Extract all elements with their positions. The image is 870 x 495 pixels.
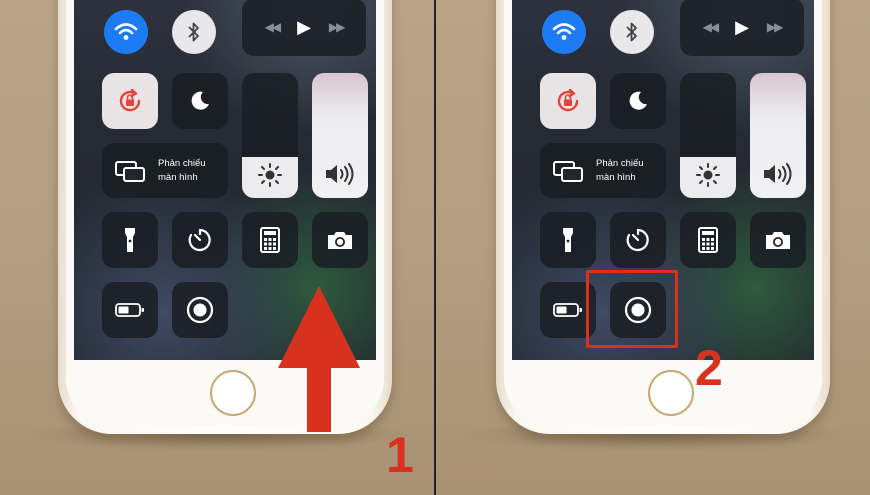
flashlight-icon <box>125 228 135 252</box>
fast-forward-icon[interactable]: ▶▶ <box>767 20 784 34</box>
volume-slider[interactable] <box>750 73 806 198</box>
volume-icon <box>764 163 792 185</box>
brightness-slider[interactable] <box>680 73 736 198</box>
camera-button[interactable] <box>750 212 806 268</box>
step-number: 2 <box>695 340 723 396</box>
media-controls: ◀◀ ▶ ▶▶ <box>680 0 804 56</box>
brightness-icon <box>258 163 282 187</box>
screen-mirroring-icon <box>553 160 583 182</box>
timer-icon <box>188 228 211 252</box>
screen-mirroring-button[interactable]: Phản chiếu màn hình <box>540 143 666 198</box>
screen-mirroring-label: Phản chiếu màn hình <box>158 157 206 183</box>
step-number: 1 <box>386 427 414 483</box>
camera-icon <box>328 232 352 249</box>
timer-icon <box>626 228 649 252</box>
volume-icon <box>326 163 354 185</box>
panel-step-1: ◀◀ ▶ ▶▶ Phản chiếu màn hình 1 <box>0 0 434 495</box>
flashlight-button[interactable] <box>540 212 596 268</box>
battery-icon <box>553 303 582 317</box>
calculator-button[interactable] <box>242 212 298 268</box>
screen-mirroring-icon <box>115 160 145 182</box>
low-power-mode-button[interactable] <box>102 282 158 338</box>
brightness-icon <box>696 163 720 187</box>
moon-icon <box>191 91 209 110</box>
panel-step-2: ◀◀ ▶ ▶▶ Phản chiếu màn hình 2 <box>436 0 870 495</box>
camera-icon <box>766 232 790 249</box>
do-not-disturb-toggle[interactable] <box>172 73 228 129</box>
flashlight-button[interactable] <box>102 212 158 268</box>
bluetooth-toggle[interactable] <box>610 10 654 54</box>
rewind-icon[interactable]: ◀◀ <box>265 20 282 34</box>
bluetooth-toggle[interactable] <box>172 10 216 54</box>
screen-mirroring-label: Phản chiếu màn hình <box>596 157 644 183</box>
screen-recording-highlight <box>586 270 678 348</box>
rotation-lock-toggle[interactable] <box>102 73 158 129</box>
battery-icon <box>115 303 144 317</box>
fast-forward-icon[interactable]: ▶▶ <box>329 20 346 34</box>
flashlight-icon <box>563 228 573 252</box>
bluetooth-icon <box>626 22 637 42</box>
calculator-icon <box>698 227 718 253</box>
screen-mirroring-button[interactable]: Phản chiếu màn hình <box>102 143 228 198</box>
brightness-slider[interactable] <box>242 73 298 198</box>
screen-record-icon <box>186 296 214 324</box>
rotation-lock-toggle[interactable] <box>540 73 596 129</box>
swipe-up-arrow <box>278 286 360 432</box>
wifi-icon <box>114 23 138 40</box>
rotation-lock-icon <box>557 88 579 112</box>
wifi-icon <box>552 23 576 40</box>
rewind-icon[interactable]: ◀◀ <box>703 20 720 34</box>
wifi-toggle[interactable] <box>542 10 586 54</box>
iphone: ◀◀ ▶ ▶▶ Phản chiếu màn hình <box>496 0 830 434</box>
screen-recording-button[interactable] <box>172 282 228 338</box>
do-not-disturb-toggle[interactable] <box>610 73 666 129</box>
home-button[interactable] <box>210 370 256 416</box>
moon-icon <box>629 91 647 110</box>
rotation-lock-icon <box>119 88 141 112</box>
timer-button[interactable] <box>172 212 228 268</box>
wifi-toggle[interactable] <box>104 10 148 54</box>
bluetooth-icon <box>188 22 199 42</box>
camera-button[interactable] <box>312 212 368 268</box>
play-icon[interactable]: ▶ <box>735 17 749 38</box>
calculator-icon <box>260 227 280 253</box>
home-button[interactable] <box>648 370 694 416</box>
calculator-button[interactable] <box>680 212 736 268</box>
media-controls: ◀◀ ▶ ▶▶ <box>242 0 366 56</box>
play-icon[interactable]: ▶ <box>297 17 311 38</box>
volume-slider[interactable] <box>312 73 368 198</box>
timer-button[interactable] <box>610 212 666 268</box>
